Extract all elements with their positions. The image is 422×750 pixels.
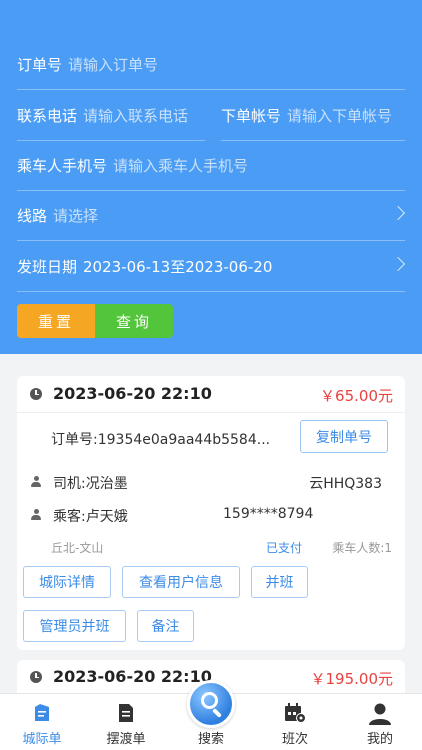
search-icon-handle [212,708,222,718]
schedule-icon [285,703,306,723]
tab-label: 班次 [281,732,308,747]
merge-shift-button[interactable]: 并班 [251,566,308,598]
document-icon [119,704,133,722]
driver-name: 司机:况治墨 [53,476,128,492]
order-account-input[interactable] [287,106,405,125]
chevron-right-icon [390,205,406,221]
tab-label: 摆渡单 [106,732,146,747]
route-placeholder: 请选择 [53,207,99,225]
chevron-right-icon [390,256,406,272]
order-no-row: 订单号 [17,40,405,90]
remark-button[interactable]: 备注 [137,610,194,642]
order-price: ￥65.00元 [320,387,393,405]
view-user-info-button[interactable]: 查看用户信息 [122,566,240,598]
order-number: 订单号:19354e0a9aa44b5584... [51,432,271,448]
order-account-label: 下单帐号 [220,107,281,125]
date-value: 2023-06-13至2023-06-20 [83,258,273,276]
passenger-phone-label: 乘车人手机号 [17,157,108,175]
order-card: 2023-06-20 22:10 ￥65.00元 订单号:19354e0a9aa… [17,376,405,650]
search-fab-button[interactable] [187,680,235,728]
tab-shifts[interactable]: 班次 [253,694,337,750]
date-label: 发班日期 [17,258,78,276]
plate-number: 云HHQ383 [309,476,382,492]
tab-mine[interactable]: 我的 [338,694,422,750]
contact-phone-label: 联系电话 [17,107,78,125]
contact-phone-input[interactable] [83,106,204,125]
copy-order-no-button[interactable]: 复制单号 [300,420,388,453]
intercity-detail-button[interactable]: 城际详情 [23,566,111,598]
pay-status: 已支付 [266,541,303,555]
passenger-count: 乘车人数:1 [332,541,392,555]
search-icon [201,692,218,709]
passenger-phone-row: 乘车人手机号 [17,141,405,191]
admin-merge-shift-button[interactable]: 管理员并班 [23,610,126,642]
tab-label: 我的 [366,732,393,747]
departure-time: 2023-06-20 22:10 [53,384,212,403]
passenger-phone-input[interactable] [113,156,314,175]
passenger-icon [31,509,41,521]
route-name: 丘北-文山 [51,541,104,555]
ticket-icon [35,704,49,721]
departure-time: 2023-06-20 22:10 [53,667,212,686]
reset-button[interactable]: 重置 [17,304,95,338]
contact-phone-field: 联系电话 [17,91,205,141]
filter-panel: 订单号 联系电话 下单帐号 乘车人手机号 线路 请选择 发班日期 2023-06… [0,0,422,354]
user-icon [369,703,391,725]
tab-label: 城际单 [22,732,62,747]
tab-intercity-orders[interactable]: 城际单 [0,694,84,750]
driver-icon [31,476,41,488]
clock-icon [30,388,42,400]
date-select[interactable]: 发班日期 2023-06-13至2023-06-20 [17,242,406,292]
passenger-name: 乘客:卢天娥 [53,509,128,525]
order-no-label: 订单号 [17,56,63,74]
passenger-phone: 159****8794 [223,506,314,522]
order-no-input[interactable] [68,55,289,74]
route-label: 线路 [17,207,48,225]
order-price: ￥195.00元 [310,670,394,688]
card-divider [17,412,405,413]
query-button[interactable]: 查询 [95,304,173,338]
phone-account-row: 联系电话 下单帐号 [17,91,405,141]
tab-label: 搜索 [197,732,224,747]
route-select[interactable]: 线路 请选择 [17,191,406,241]
order-account-field: 下单帐号 [220,91,405,141]
clock-icon [30,671,42,683]
tab-ferry-orders[interactable]: 摆渡单 [84,694,168,750]
